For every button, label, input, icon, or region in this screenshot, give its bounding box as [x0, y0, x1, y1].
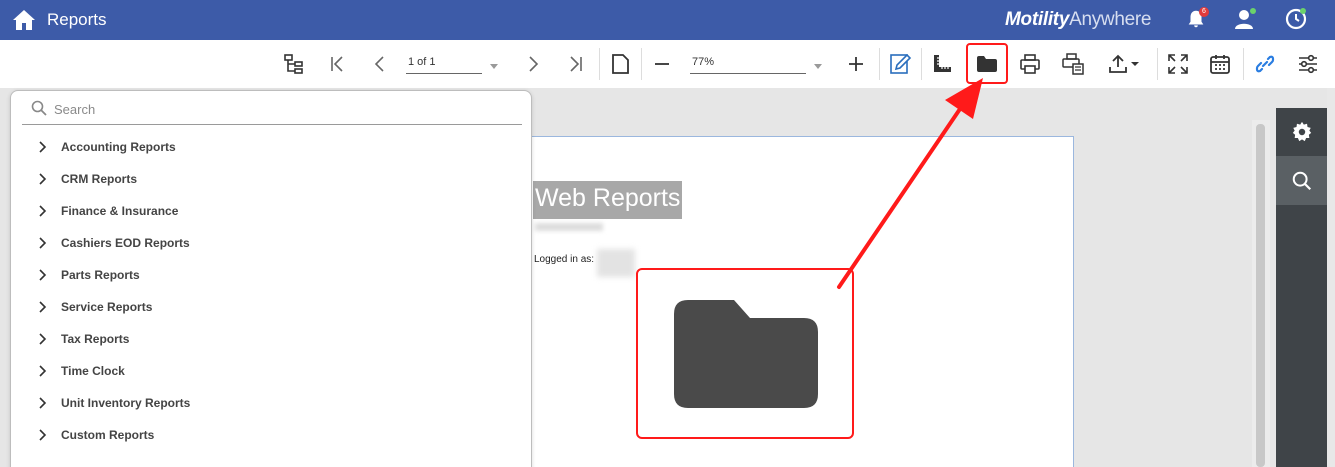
tree-item-unit-inventory-reports[interactable]: Unit Inventory Reports: [36, 392, 190, 414]
export-upload-icon: [1109, 54, 1127, 73]
chevron-right-icon: [39, 173, 47, 185]
ruler-icon: [934, 55, 951, 72]
chevron-right-icon: [39, 141, 47, 153]
blurred-subtitle: [535, 223, 603, 231]
search-icon: [1292, 171, 1311, 190]
link-icon: [1255, 55, 1275, 73]
large-folder-icon: [674, 300, 818, 408]
zoom-field[interactable]: 77%: [690, 56, 806, 74]
chevron-right-icon: [39, 205, 47, 217]
tree-item-parts-reports[interactable]: Parts Reports: [36, 264, 140, 286]
tree-item-label: Cashiers EOD Reports: [61, 236, 190, 250]
print-page-button[interactable]: [1059, 50, 1087, 78]
chevron-right-icon: [39, 237, 47, 249]
tree-item-time-clock[interactable]: Time Clock: [36, 360, 125, 382]
document-map-button[interactable]: [280, 50, 308, 78]
calendar-button[interactable]: [1206, 50, 1234, 78]
page-setup-button[interactable]: [606, 50, 634, 78]
search-underline: [22, 124, 522, 125]
tree-item-label: Finance & Insurance: [61, 204, 179, 218]
tree-item-service-reports[interactable]: Service Reports: [36, 296, 152, 318]
edit-parameters-button[interactable]: [886, 50, 914, 78]
page-dropdown-caret[interactable]: [490, 64, 498, 69]
user-icon[interactable]: [1233, 7, 1257, 31]
fullscreen-button[interactable]: [1164, 50, 1192, 78]
chevron-right-icon: [529, 56, 539, 72]
scrollbar-thumb[interactable]: [1256, 124, 1265, 467]
parameters-gear-button[interactable]: [1276, 108, 1327, 156]
plus-icon: [849, 57, 863, 71]
first-page-button[interactable]: [323, 50, 351, 78]
report-search-input[interactable]: [54, 100, 514, 118]
chevron-right-icon: [39, 365, 47, 377]
toolbar-divider: [599, 48, 600, 80]
last-page-button[interactable]: [562, 50, 590, 78]
tree-item-label: CRM Reports: [61, 172, 138, 186]
page-number-field[interactable]: 1 of 1: [406, 56, 482, 74]
tree-item-label: Accounting Reports: [61, 140, 176, 154]
notification-badge: 6: [1199, 7, 1209, 17]
zoom-in-button[interactable]: [842, 50, 870, 78]
document-map-icon: [284, 54, 303, 74]
tree-item-finance-insurance[interactable]: Finance & Insurance: [36, 200, 178, 222]
calendar-icon: [1210, 55, 1230, 74]
next-page-button[interactable]: [519, 50, 547, 78]
brand-logo: MotilityAnywhere: [1005, 9, 1152, 30]
zoom-dropdown-caret[interactable]: [814, 64, 822, 69]
gear-icon: [1292, 121, 1311, 142]
export-button[interactable]: [1103, 50, 1143, 78]
printer-icon: [1020, 54, 1040, 74]
toolbar-divider: [641, 48, 642, 80]
logged-in-label: Logged in as:: [534, 254, 595, 265]
chevron-left-icon: [374, 56, 384, 72]
report-title: Web Reports: [533, 181, 683, 219]
tree-item-tax-reports[interactable]: Tax Reports: [36, 328, 129, 350]
folder-button-highlight: [966, 43, 1008, 84]
last-page-icon: [570, 56, 582, 72]
blurred-username: [597, 249, 635, 277]
toolbar-divider: [879, 48, 880, 80]
tree-item-custom-reports[interactable]: Custom Reports: [36, 424, 154, 446]
tree-item-accounting-reports[interactable]: Accounting Reports: [36, 136, 176, 158]
fullscreen-icon: [1168, 54, 1188, 74]
print-page-icon: [1062, 53, 1084, 75]
chevron-down-icon: [1131, 62, 1139, 66]
chevron-right-icon: [39, 429, 47, 441]
report-toolbar: 1 of 1 77%: [0, 40, 1335, 88]
ruler-button[interactable]: [928, 50, 956, 78]
tree-item-label: Custom Reports: [61, 428, 155, 442]
tree-item-label: Time Clock: [61, 364, 125, 378]
toolbar-divider: [1243, 48, 1244, 80]
chevron-right-icon: [39, 269, 47, 281]
previous-page-button[interactable]: [366, 50, 394, 78]
zoom-out-button[interactable]: [648, 50, 676, 78]
home-icon[interactable]: [12, 8, 36, 32]
chevron-right-icon: [39, 301, 47, 313]
chevron-right-icon: [39, 333, 47, 345]
print-button[interactable]: [1016, 50, 1044, 78]
tree-item-label: Tax Reports: [61, 332, 130, 346]
tree-item-crm-reports[interactable]: CRM Reports: [36, 168, 137, 190]
search-icon: [31, 100, 47, 116]
settings-sliders-button[interactable]: [1294, 50, 1322, 78]
sliders-icon: [1299, 54, 1317, 74]
toolbar-divider: [1157, 48, 1158, 80]
link-button[interactable]: [1251, 50, 1279, 78]
chevron-right-icon: [39, 397, 47, 409]
side-search-button[interactable]: [1276, 156, 1327, 205]
tree-item-cashiers-eod-reports[interactable]: Cashiers EOD Reports: [36, 232, 190, 254]
clock-icon[interactable]: [1284, 7, 1308, 31]
page-icon: [612, 54, 629, 74]
app-title: Reports: [47, 10, 107, 29]
first-page-icon: [331, 56, 343, 72]
toolbar-divider: [921, 48, 922, 80]
minus-icon: [655, 63, 669, 65]
tree-item-label: Unit Inventory Reports: [61, 396, 191, 410]
tree-item-label: Service Reports: [61, 300, 153, 314]
tree-item-label: Parts Reports: [61, 268, 140, 282]
edit-pencil-icon: [890, 53, 912, 74]
window-edge: [1327, 88, 1335, 467]
top-bar: Reports MotilityAnywhere 6: [0, 0, 1335, 40]
